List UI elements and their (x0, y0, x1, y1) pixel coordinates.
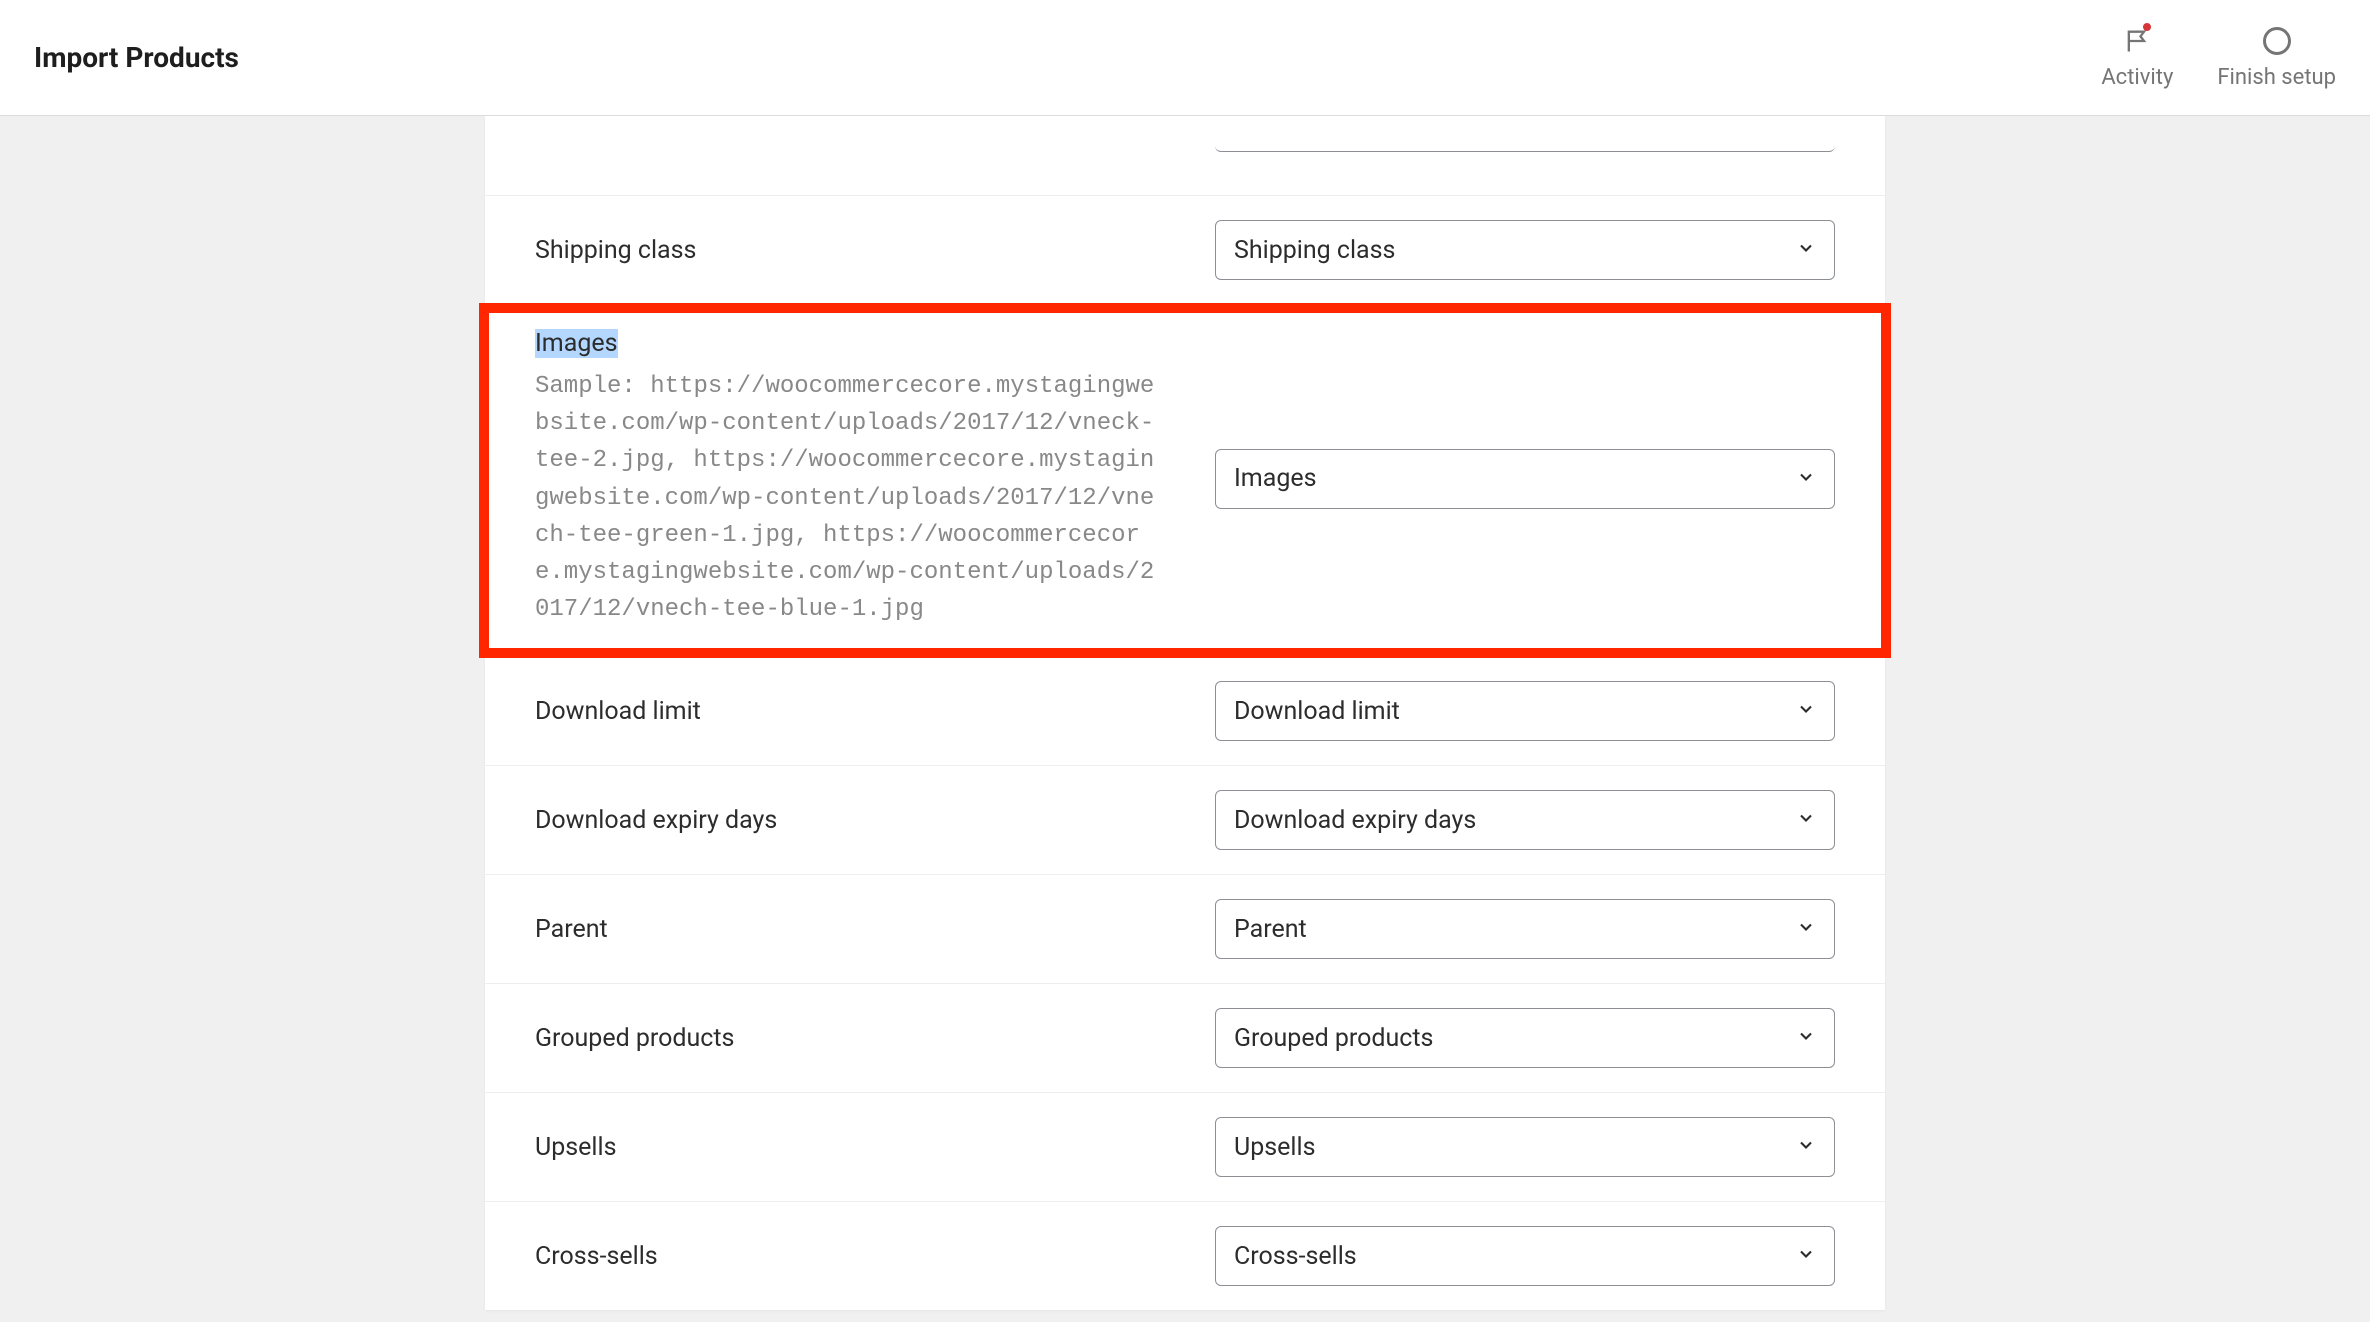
chevron-down-icon (1796, 1244, 1816, 1268)
topbar: Import Products Activity Finish setup (0, 0, 2370, 116)
row-label: Parent (535, 915, 1215, 944)
chevron-down-icon (1796, 467, 1816, 491)
download-expiry-select[interactable]: Download expiry days (1215, 790, 1835, 850)
mapping-row-download-expiry: Download expiry days Download expiry day… (485, 766, 1885, 875)
row-label-text: Download expiry days (535, 806, 777, 835)
row-label: Grouped products (535, 1024, 1215, 1053)
previous-select[interactable] (1215, 136, 1835, 152)
mapping-row (485, 116, 1885, 196)
mapping-row-parent: Parent Parent (485, 875, 1885, 984)
shipping-class-select[interactable]: Shipping class (1215, 220, 1835, 280)
mapping-row-upsells: Upsells Upsells (485, 1093, 1885, 1202)
row-label: Cross-sells (535, 1242, 1215, 1271)
finish-setup-label: Finish setup (2217, 65, 2336, 90)
chevron-down-icon (1796, 917, 1816, 941)
mapping-row-download-limit: Download limit Download limit (485, 657, 1885, 766)
row-label: Upsells (535, 1133, 1215, 1162)
row-label-text: Download limit (535, 697, 701, 726)
select-value: Upsells (1234, 1133, 1315, 1162)
chevron-down-icon (1796, 1026, 1816, 1050)
row-label-text: Grouped products (535, 1024, 734, 1053)
row-label-text: Cross-sells (535, 1242, 658, 1271)
activity-label: Activity (2101, 65, 2173, 90)
mapping-row-shipping-class: Shipping class Shipping class (485, 196, 1885, 305)
row-label: Download limit (535, 697, 1215, 726)
chevron-down-icon (1796, 699, 1816, 723)
download-limit-select[interactable]: Download limit (1215, 681, 1835, 741)
chevron-down-icon (1796, 238, 1816, 262)
select-value: Parent (1234, 915, 1307, 944)
activity-button[interactable]: Activity (2101, 25, 2173, 90)
grouped-products-select[interactable]: Grouped products (1215, 1008, 1835, 1068)
select-value: Cross-sells (1234, 1242, 1357, 1271)
row-sample-text: Sample: https://woocommercecore.mystagin… (535, 368, 1160, 628)
topbar-actions: Activity Finish setup (2101, 25, 2336, 90)
select-value: Grouped products (1234, 1024, 1433, 1053)
main-content: Shipping class Shipping class Images Sam… (0, 116, 2370, 1310)
chevron-down-icon (1796, 1135, 1816, 1159)
select-value: Download expiry days (1234, 806, 1476, 835)
mapping-row-grouped-products: Grouped products Grouped products (485, 984, 1885, 1093)
cross-sells-select[interactable]: Cross-sells (1215, 1226, 1835, 1286)
row-label: Images Sample: https://woocommercecore.m… (535, 329, 1215, 628)
row-label: Download expiry days (535, 806, 1215, 835)
chevron-down-icon (1796, 808, 1816, 832)
row-label: Shipping class (535, 236, 1215, 265)
upsells-select[interactable]: Upsells (1215, 1117, 1835, 1177)
mapping-row-images: Images Sample: https://woocommercecore.m… (485, 305, 1885, 657)
select-value: Shipping class (1234, 236, 1395, 265)
mapping-row-cross-sells: Cross-sells Cross-sells (485, 1202, 1885, 1310)
select-value: Images (1234, 464, 1317, 493)
mapping-panel: Shipping class Shipping class Images Sam… (485, 116, 1885, 1310)
images-select[interactable]: Images (1215, 449, 1835, 509)
row-label-text: Parent (535, 915, 608, 944)
parent-select[interactable]: Parent (1215, 899, 1835, 959)
row-label-text: Images (535, 329, 618, 358)
row-label-text: Shipping class (535, 236, 696, 265)
inbox-icon (2121, 25, 2153, 57)
row-label-text: Upsells (535, 1133, 616, 1162)
page-title: Import Products (34, 41, 239, 74)
progress-circle-icon (2261, 25, 2293, 57)
select-value: Download limit (1234, 697, 1400, 726)
finish-setup-button[interactable]: Finish setup (2217, 25, 2336, 90)
